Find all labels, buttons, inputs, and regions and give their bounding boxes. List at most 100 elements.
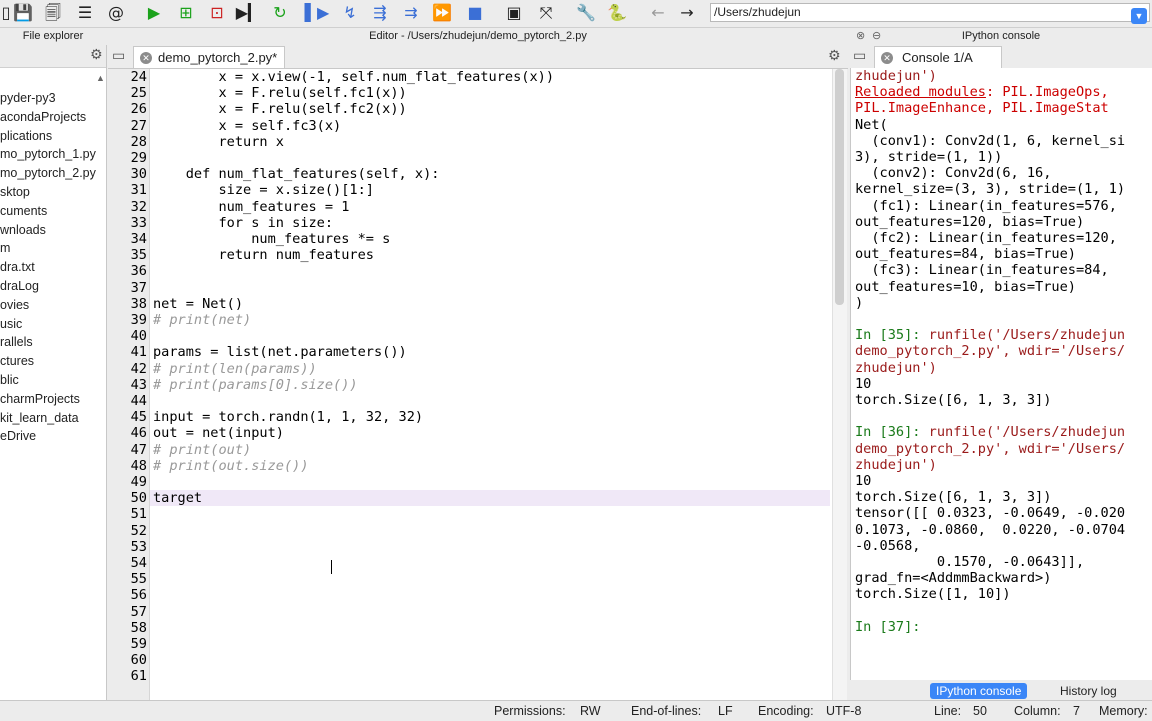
tab-history-log[interactable]: History log [1054, 683, 1123, 699]
file-list-item[interactable]: ctures [0, 352, 34, 371]
editor-scrollbar[interactable] [832, 69, 847, 700]
console-line: Reloaded modules: PIL.ImageOps, [855, 84, 1109, 100]
line-number: 31 [130, 182, 147, 199]
file-list-item[interactable]: mo_pytorch_1.py [0, 145, 96, 164]
fullscreen-icon[interactable]: ⤧ [536, 3, 556, 23]
console-line: Net( [855, 117, 888, 133]
tab-ipython-console[interactable]: IPython console [930, 683, 1028, 699]
console-line: out_features=10, bias=True) [855, 279, 1076, 295]
console-line-text: 3), stride=(1, 1)) [855, 149, 1003, 165]
encoding-label: Encoding: [758, 704, 814, 718]
line-number: 27 [130, 117, 147, 134]
console-line-text: (fc1): Linear(in_features=576, [855, 197, 1117, 214]
tab-console-1a[interactable]: ✕ Console 1/A [874, 46, 1002, 68]
rerun-icon[interactable]: ↻ [270, 3, 290, 23]
code-line: x = self.fc3(x) [153, 117, 342, 134]
line-value: 50 [973, 704, 987, 718]
line-number: 40 [130, 328, 147, 345]
step-into-icon[interactable]: ↯ [340, 3, 360, 23]
console-line: PIL.ImageEnhance, PIL.ImageStat [855, 100, 1109, 116]
file-list-item[interactable]: kit_learn_data [0, 409, 79, 428]
file-list-item[interactable]: eDrive [0, 427, 36, 446]
close-tab-icon[interactable]: ✕ [881, 52, 893, 64]
console-line-text: out_features=10, bias=True) [855, 278, 1076, 295]
status-bar: Permissions: RW End-of-lines: LF Encodin… [0, 700, 1152, 721]
debug-step-icon[interactable]: ▌▶ [305, 3, 330, 23]
line-label: Line: [934, 704, 962, 718]
console-line: 10 [855, 473, 871, 489]
file-list-item[interactable]: m [0, 239, 10, 258]
ipython-console[interactable]: zhudejun') Reloaded modules: PIL.ImageOps… [850, 68, 1152, 680]
email-at-icon[interactable]: @ [106, 3, 126, 23]
console-line: demo_pytorch_2.py', wdir='/Users/ [855, 441, 1125, 457]
console-line-text: demo_pytorch_2.py', wdir='/Users/ [855, 343, 1126, 360]
file-list-item[interactable]: draLog [0, 277, 39, 296]
working-directory-input[interactable]: /Users/zhudejun ▼ [710, 3, 1150, 24]
scrollbar-thumb[interactable] [835, 69, 844, 305]
file-list-item[interactable]: wnloads [0, 221, 46, 240]
file-list-item[interactable]: mo_pytorch_2.py [0, 164, 96, 183]
editor-tabbar: ▭ ✕ demo_pytorch_2.py* ⚙ [108, 45, 848, 69]
file-list-item[interactable]: rallels [0, 333, 33, 352]
gear-icon[interactable]: ⚙ [828, 48, 841, 64]
file-list-item[interactable]: ovies [0, 296, 29, 315]
settings-wrench-icon[interactable]: 🔧 [576, 3, 596, 23]
working-directory-value: /Users/zhudejun [714, 5, 801, 19]
code-line: num_features *= s [153, 231, 391, 247]
maximize-icon[interactable]: ▣ [504, 3, 524, 23]
code-line: target [153, 490, 203, 507]
line-number: 49 [130, 474, 147, 490]
line-number: 59 [130, 636, 147, 652]
forward-arrow-icon[interactable]: → [677, 3, 697, 23]
python-path-icon[interactable]: 🐍 [607, 3, 627, 23]
code-line: params = list(net.parameters()) [153, 344, 407, 361]
run-icon[interactable]: ▶ [144, 3, 164, 23]
run-cell-icon[interactable]: ⊞ [176, 3, 196, 23]
console-line-text: -0.0568, [855, 537, 921, 554]
console-line: zhudejun') [855, 457, 937, 473]
eol-label: End-of-lines: [631, 704, 702, 718]
gear-icon[interactable]: ⚙ [90, 47, 103, 63]
console-line-text: (fc3): Linear(in_features=84, [855, 262, 1109, 279]
console-line: In [35]: runfile('/Users/zhudejun [855, 327, 1125, 343]
code-line: for s in size: [153, 214, 334, 231]
back-arrow-icon[interactable]: ← [648, 3, 668, 23]
scroll-up-arrow-icon[interactable]: ▲ [96, 73, 105, 83]
file-list-item[interactable]: dra.txt [0, 258, 35, 277]
save-all-icon[interactable]: 🗐 [43, 3, 63, 23]
line-number: 39 [130, 312, 147, 328]
stop-icon[interactable]: ■ [465, 3, 485, 23]
file-list-item[interactable]: sktop [0, 183, 30, 202]
file-list-item[interactable]: pyder-py3 [0, 89, 56, 108]
run-cell-advance-icon[interactable]: ⊡ [207, 3, 227, 23]
run-selection-icon[interactable]: ▶▎ [236, 3, 261, 23]
close-pane-icon[interactable]: ⊗ [856, 28, 865, 45]
step-over-icon[interactable]: ⇶ [370, 3, 390, 23]
save-icon[interactable]: 💾 [13, 3, 33, 23]
tab-demo-pytorch-2[interactable]: ✕ demo_pytorch_2.py* [133, 46, 285, 68]
close-tab-icon[interactable]: ✕ [140, 52, 152, 64]
file-list-item[interactable]: charmProjects [0, 390, 80, 409]
step-out-icon[interactable]: ⇉ [401, 3, 421, 23]
console-line: 0.1570, -0.0643]], [855, 554, 1084, 570]
folder-browse-icon[interactable]: ▭ [112, 48, 125, 64]
undock-pane-icon[interactable]: ⊖ [872, 28, 881, 45]
folder-browse-icon[interactable]: ▭ [853, 48, 866, 64]
code-line: # print(params[0].size()) [153, 376, 358, 393]
code-editor[interactable]: x = x.view(-1, self.num_flat_features(x)… [150, 69, 832, 700]
file-list-item[interactable]: cuments [0, 202, 47, 221]
file-list-item[interactable]: plications [0, 127, 52, 146]
file-explorer-header: ⚙ [0, 45, 106, 68]
line-number-gutter: 24 25 26 27 28 29 30 31 32 33 34 35 36 37 38 39 40 41 42 43… [108, 69, 150, 700]
file-list-item[interactable]: acondaProjects [0, 108, 86, 127]
console-line: (fc2): Linear(in_features=120, [855, 230, 1117, 246]
open-list-icon[interactable]: ☰ [75, 3, 95, 23]
console-line-text: kernel_size=(3, 3), stride=(1, 1) [855, 181, 1126, 198]
file-list-item[interactable]: blic [0, 371, 19, 390]
line-number: 28 [130, 133, 147, 150]
file-list-item[interactable]: usic [0, 315, 22, 334]
continue-icon[interactable]: ⏩ [432, 3, 452, 23]
code-line: out = net(input) [153, 425, 284, 442]
line-number: 52 [130, 522, 147, 539]
chevron-down-icon[interactable]: ▼ [1131, 8, 1147, 24]
